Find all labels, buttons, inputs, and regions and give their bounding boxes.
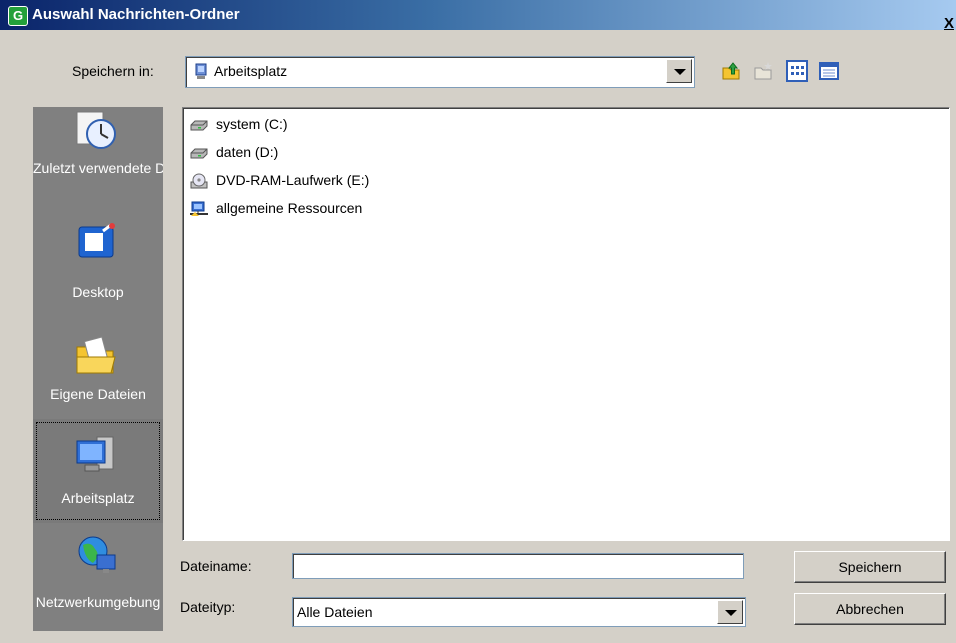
place-my-computer[interactable]: Arbeitsplatz xyxy=(33,419,163,523)
details-view-icon[interactable] xyxy=(818,60,840,82)
window-title: Auswahl Nachrichten-Ordner xyxy=(32,6,240,23)
filetype-dropdown-button[interactable] xyxy=(717,600,743,624)
place-label-my-documents: Eigene Dateien xyxy=(50,386,146,402)
place-label-my-computer: Arbeitsplatz xyxy=(61,490,135,506)
file-label: DVD-RAM-Laufwerk (E:) xyxy=(216,172,370,188)
filename-label: Dateiname: xyxy=(180,558,252,574)
hard-drive-icon xyxy=(190,148,208,159)
filetype-label: Dateityp: xyxy=(180,599,236,615)
shared-resources-icon xyxy=(190,201,208,216)
my-computer-icon xyxy=(195,63,207,79)
close-button[interactable]: X xyxy=(942,16,956,33)
list-view-icon[interactable] xyxy=(786,60,808,82)
desktop-icon xyxy=(78,223,115,258)
app-icon: G xyxy=(8,6,28,26)
file-label: daten (D:) xyxy=(216,144,279,160)
save-button[interactable]: Speichern xyxy=(794,551,946,583)
file-label: system (C:) xyxy=(216,116,288,132)
new-folder-icon[interactable] xyxy=(752,60,774,82)
places-bar: Zuletzt verwendete Dokumente Desktop Eig… xyxy=(33,107,163,631)
dvd-drive-icon xyxy=(190,173,208,189)
file-list[interactable]: system (C:) daten (D:) DVD-RAM-Laufwerk … xyxy=(182,107,950,541)
place-label-recent: Zuletzt verwendete Dokumente xyxy=(33,160,163,176)
up-folder-icon[interactable] xyxy=(720,60,742,82)
cancel-button[interactable]: Abbrechen xyxy=(794,593,946,625)
recent-documents-icon xyxy=(76,111,116,149)
filename-input[interactable] xyxy=(292,553,744,579)
my-documents-icon xyxy=(76,336,116,374)
location-dropdown-button[interactable] xyxy=(666,59,692,83)
place-label-desktop: Desktop xyxy=(72,284,124,300)
place-network[interactable]: Netzwerkumgebung xyxy=(33,523,163,627)
hard-drive-icon xyxy=(190,120,208,131)
title-bar: G Auswahl Nachrichten-Ordner xyxy=(0,0,956,30)
filetype-value: Alle Dateien xyxy=(297,604,373,620)
place-recent[interactable]: Zuletzt verwendete Dokumente xyxy=(33,107,163,211)
filetype-combo[interactable]: Alle Dateien xyxy=(292,597,746,627)
place-my-documents[interactable]: Eigene Dateien xyxy=(33,315,163,419)
location-value: Arbeitsplatz xyxy=(214,63,288,79)
save-in-label: Speichern in: xyxy=(72,63,154,79)
file-label: allgemeine Ressourcen xyxy=(216,200,363,216)
place-label-network: Netzwerkumgebung xyxy=(35,594,161,610)
my-computer-icon xyxy=(76,436,114,472)
network-icon xyxy=(78,536,116,573)
place-desktop[interactable]: Desktop xyxy=(33,211,163,315)
location-combo[interactable]: Arbeitsplatz xyxy=(185,56,695,88)
